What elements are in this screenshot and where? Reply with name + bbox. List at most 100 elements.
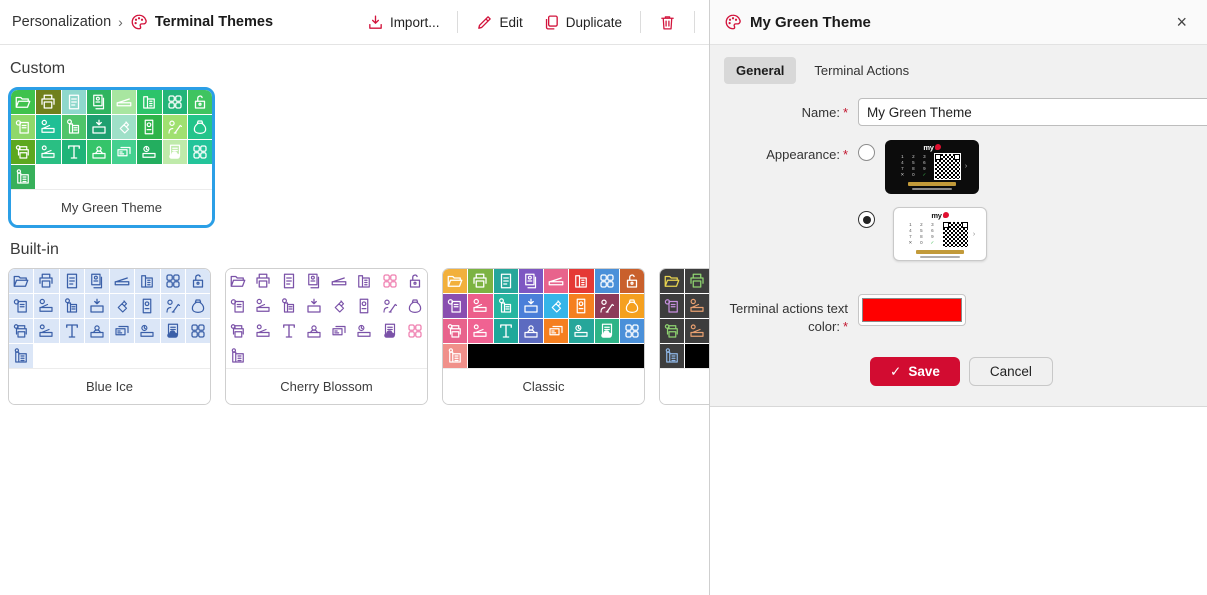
printer-tray-icon — [85, 294, 109, 318]
chevron-right-icon: › — [973, 231, 975, 238]
fax-icon — [352, 269, 376, 293]
myq-logo: my — [923, 143, 940, 151]
fax-icon — [137, 90, 161, 114]
fax-icon — [135, 269, 159, 293]
color-picker-swatch[interactable] — [858, 294, 966, 326]
theme-detail-panel: My Green Theme × GeneralTerminal Actions… — [709, 0, 1207, 595]
printer-tray-icon — [302, 294, 326, 318]
duplicate-button[interactable]: Duplicate — [537, 10, 628, 35]
panel-empty-area — [710, 407, 1207, 595]
scan-device-icon — [34, 319, 58, 343]
apps-grid-2-icon — [188, 140, 212, 164]
theme-card-my-green-theme[interactable]: My Green Theme — [8, 87, 215, 228]
apps-grid-icon — [161, 269, 185, 293]
money-bag-icon — [188, 115, 212, 139]
check-icon: ✓ — [890, 364, 901, 380]
appearance-label: Appearance:* — [710, 140, 858, 274]
terminal-preview-light[interactable]: my 123456789✕0✓ › — [893, 207, 987, 261]
theme-card-cherry-blossom[interactable]: Cherry Blossom — [225, 268, 428, 405]
document-cloud-icon — [163, 140, 187, 164]
breadcrumb: Personalization › Terminal Themes — [12, 13, 273, 31]
panel-body: GeneralTerminal Actions Name:* Appearanc… — [710, 45, 1207, 407]
scanner-icon — [112, 90, 136, 114]
toolbar-divider — [640, 11, 641, 33]
copy-printer-icon — [226, 319, 250, 343]
document-badge-icon — [85, 269, 109, 293]
close-icon[interactable]: × — [1170, 10, 1193, 35]
radio-light-appearance[interactable] — [858, 211, 875, 228]
panel-tabs: GeneralTerminal Actions — [710, 55, 1199, 98]
fax-calculator-icon — [11, 165, 35, 189]
clock-device-icon — [569, 319, 593, 343]
preview-banner — [908, 182, 956, 186]
id-badge-icon — [569, 294, 593, 318]
document-icon — [277, 269, 301, 293]
chat-scanner-icon — [34, 294, 58, 318]
person-desk-icon — [519, 319, 543, 343]
card-terminal-icon — [277, 319, 301, 343]
printer-tray-icon — [87, 115, 111, 139]
cancel-button[interactable]: Cancel — [969, 357, 1053, 386]
unlock-icon — [620, 269, 644, 293]
fax-calculator-icon — [226, 344, 250, 368]
tab-general[interactable]: General — [724, 57, 796, 84]
page-title: Terminal Themes — [155, 14, 273, 30]
save-button[interactable]: ✓ Save — [870, 357, 960, 386]
chat-document-icon — [660, 294, 684, 318]
document-badge-icon — [87, 90, 111, 114]
folder-icon — [443, 269, 467, 293]
usb-drive-icon — [327, 294, 351, 318]
unlock-icon — [186, 269, 210, 293]
unlock-icon — [188, 90, 212, 114]
printer-icon — [36, 90, 60, 114]
id-cards-icon — [110, 319, 134, 343]
pencil-icon — [476, 14, 493, 31]
card-terminal-icon — [494, 319, 518, 343]
toolbar-divider — [694, 11, 695, 33]
document-icon — [62, 90, 86, 114]
theme-name-label: My Green Theme — [11, 189, 212, 225]
chat-fax-icon — [60, 294, 84, 318]
folder-icon — [9, 269, 33, 293]
theme-card-coloured-rays[interactable]: Coloured Rays — [659, 268, 709, 405]
edit-button[interactable]: Edit — [470, 10, 528, 35]
section-heading-custom: Custom — [10, 60, 699, 78]
duplicate-label: Duplicate — [566, 15, 622, 30]
copy-printer-icon — [660, 319, 684, 343]
name-input[interactable] — [858, 98, 1207, 126]
chat-fax-icon — [494, 294, 518, 318]
myq-q-icon — [943, 212, 949, 218]
id-cards-icon — [544, 319, 568, 343]
folder-icon — [226, 269, 250, 293]
theme-name-label: Cherry Blossom — [226, 368, 427, 404]
apps-grid-2-icon — [620, 319, 644, 343]
theme-cards-row: Blue IceCherry BlossomClassicColoured Ra… — [8, 268, 701, 405]
theme-tile-grid — [226, 269, 427, 368]
terminal-preview-dark[interactable]: my 123456789✕0✓ › — [885, 140, 979, 194]
panel-title: My Green Theme — [750, 14, 871, 31]
radio-dark-appearance[interactable] — [858, 144, 875, 161]
delete-button[interactable] — [653, 10, 682, 35]
id-badge-icon — [137, 115, 161, 139]
id-cards-icon — [327, 319, 351, 343]
breadcrumb-personalization[interactable]: Personalization — [12, 14, 111, 30]
toolbar-divider — [457, 11, 458, 33]
chat-scanner-icon — [36, 115, 60, 139]
toolbar-actions: Import... Edit Duplicate — [361, 10, 699, 35]
theme-card-classic[interactable]: Classic — [442, 268, 645, 405]
panel-header: My Green Theme × — [710, 0, 1207, 45]
printer-icon — [251, 269, 275, 293]
breadcrumb-separator: › — [118, 14, 123, 30]
chat-document-icon — [9, 294, 33, 318]
trash-icon — [659, 14, 676, 31]
person-desk-icon — [87, 140, 111, 164]
import-button[interactable]: Import... — [361, 10, 446, 35]
edit-label: Edit — [499, 15, 522, 30]
tab-terminal-actions[interactable]: Terminal Actions — [802, 57, 921, 84]
theme-card-blue-ice[interactable]: Blue Ice — [8, 268, 211, 405]
myq-q-icon — [935, 144, 941, 150]
chat-fax-icon — [277, 294, 301, 318]
fax-calculator-icon — [443, 344, 467, 368]
document-badge-icon — [519, 269, 543, 293]
theme-name-label: Blue Ice — [9, 368, 210, 404]
